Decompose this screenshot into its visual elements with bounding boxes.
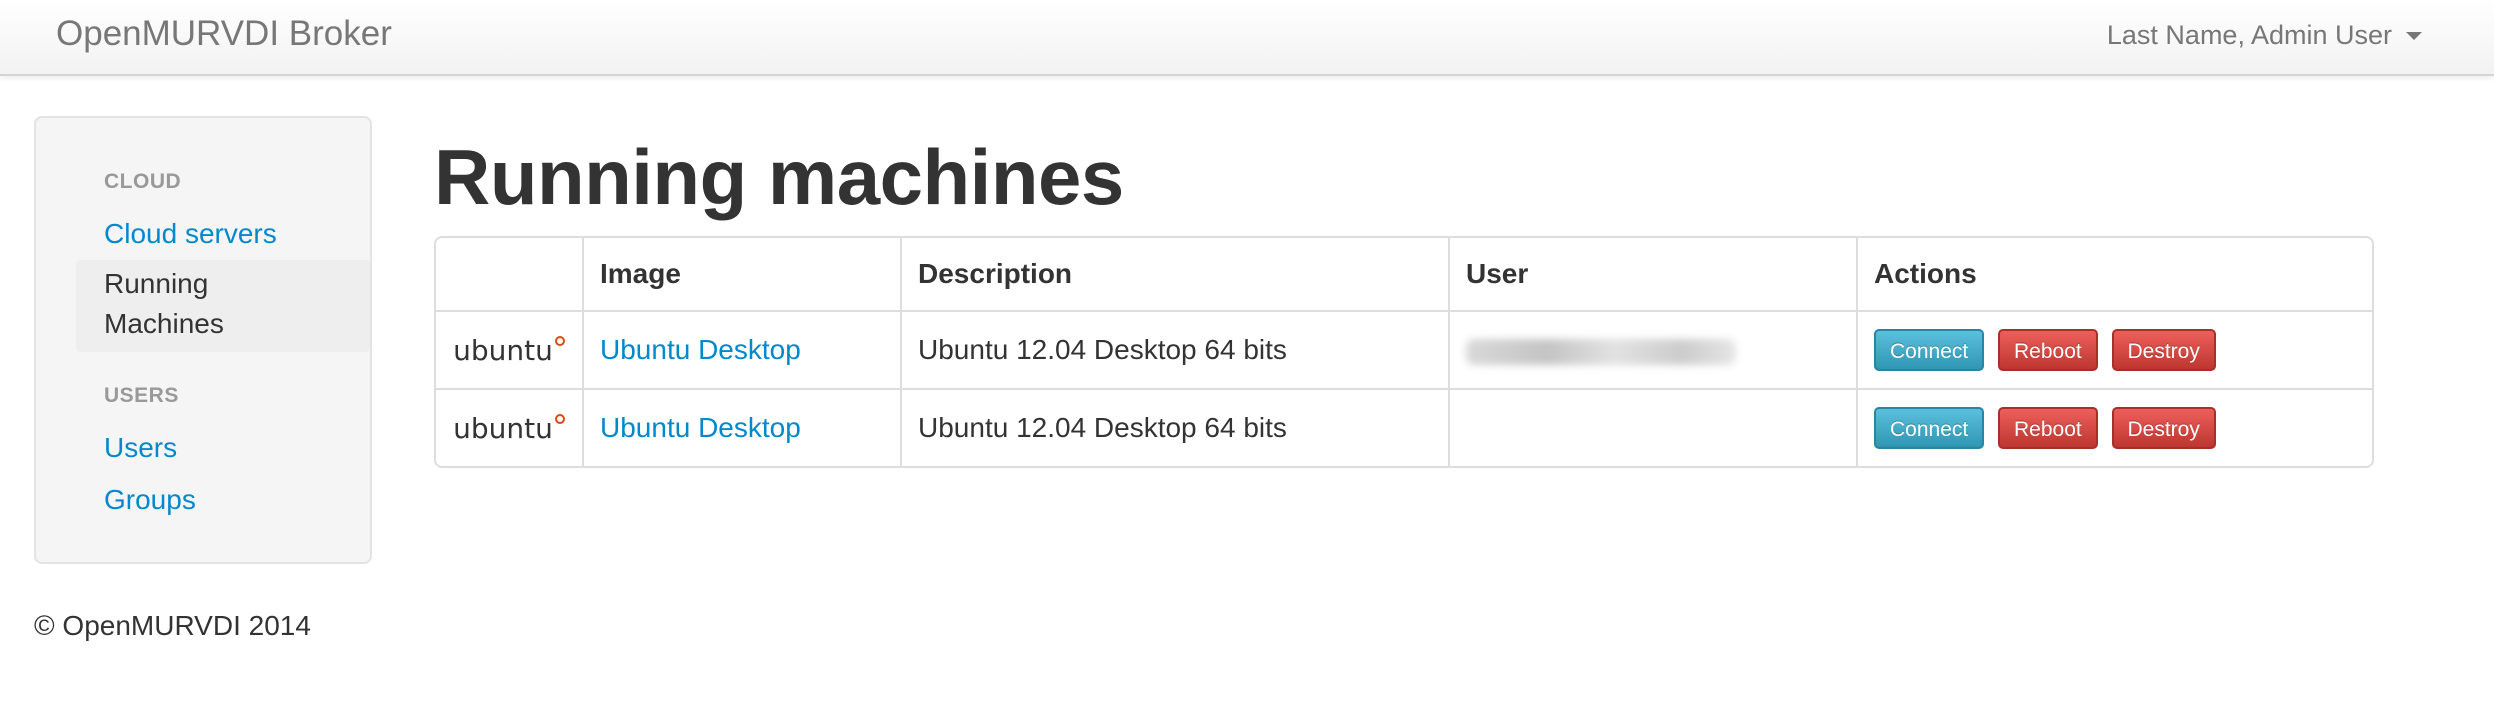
sidebar-item-cloud-servers[interactable]: Cloud servers bbox=[104, 214, 277, 254]
machines-table: Image Description User Actions ubuntu Ub… bbox=[436, 238, 2372, 466]
caret-down-icon bbox=[2406, 32, 2422, 40]
column-header-logo bbox=[436, 238, 583, 311]
top-navbar: OpenMURVDI Broker Last Name, Admin User bbox=[0, 0, 2494, 76]
user-menu-dropdown[interactable]: Last Name, Admin User bbox=[2107, 17, 2422, 53]
image-link[interactable]: Ubuntu Desktop bbox=[600, 334, 801, 365]
destroy-button[interactable]: Destroy bbox=[2111, 329, 2216, 371]
ubuntu-logo-text: ubuntu bbox=[453, 411, 553, 445]
sidebar-item-label: Running Machines bbox=[104, 268, 224, 339]
table-row: ubuntu Ubuntu Desktop Ubuntu 12.04 Deskt… bbox=[436, 388, 2372, 466]
description-cell: Ubuntu 12.04 Desktop 64 bits bbox=[900, 388, 1449, 466]
footer-copyright: © OpenMURVDI 2014 bbox=[34, 610, 311, 641]
page-title: Running machines bbox=[434, 133, 1124, 221]
destroy-button[interactable]: Destroy bbox=[2111, 407, 2216, 449]
image-link[interactable]: Ubuntu Desktop bbox=[600, 412, 801, 443]
ubuntu-circle-icon bbox=[554, 413, 565, 424]
os-logo-cell: ubuntu bbox=[436, 310, 583, 389]
actions-cell: Connect Reboot Destroy bbox=[1856, 310, 2372, 389]
user-cell bbox=[1448, 310, 1857, 389]
sidebar-header-users: USERS bbox=[104, 384, 179, 407]
sidebar: CLOUD Cloud servers Running Machines USE… bbox=[34, 116, 372, 564]
column-header-description: Description bbox=[900, 238, 1449, 311]
connect-button[interactable]: Connect bbox=[1874, 329, 1985, 371]
actions-cell: Connect Reboot Destroy bbox=[1856, 388, 2372, 466]
column-header-user: User bbox=[1448, 238, 1857, 311]
os-logo-cell: ubuntu bbox=[436, 388, 583, 466]
column-header-image: Image bbox=[582, 238, 901, 311]
sidebar-item-running-machines[interactable]: Running Machines bbox=[76, 260, 370, 352]
sidebar-item-groups[interactable]: Groups bbox=[104, 480, 196, 520]
user-menu-label: Last Name, Admin User bbox=[2106, 20, 2392, 50]
reboot-button[interactable]: Reboot bbox=[1998, 407, 2098, 449]
ubuntu-logo-text: ubuntu bbox=[453, 333, 553, 367]
reboot-button[interactable]: Reboot bbox=[1998, 329, 2098, 371]
sidebar-item-users[interactable]: Users bbox=[104, 428, 177, 468]
brand-link[interactable]: OpenMURVDI Broker bbox=[56, 14, 392, 54]
ubuntu-logo-icon: ubuntu bbox=[453, 334, 565, 367]
table-row: ubuntu Ubuntu Desktop Ubuntu 12.04 Deskt… bbox=[436, 310, 2372, 389]
description-cell: Ubuntu 12.04 Desktop 64 bits bbox=[900, 310, 1449, 389]
connect-button[interactable]: Connect bbox=[1874, 407, 1985, 449]
column-header-actions: Actions bbox=[1856, 238, 2372, 311]
image-cell: Ubuntu Desktop bbox=[582, 388, 901, 466]
sidebar-header-cloud: CLOUD bbox=[104, 170, 182, 193]
redacted-user-email bbox=[1466, 338, 1736, 365]
ubuntu-circle-icon bbox=[554, 335, 565, 346]
table-header-row: Image Description User Actions bbox=[436, 238, 2372, 311]
ubuntu-logo-icon: ubuntu bbox=[453, 412, 565, 445]
image-cell: Ubuntu Desktop bbox=[582, 310, 901, 389]
user-cell bbox=[1448, 388, 1857, 466]
machines-table-container: Image Description User Actions ubuntu Ub… bbox=[434, 236, 2374, 468]
